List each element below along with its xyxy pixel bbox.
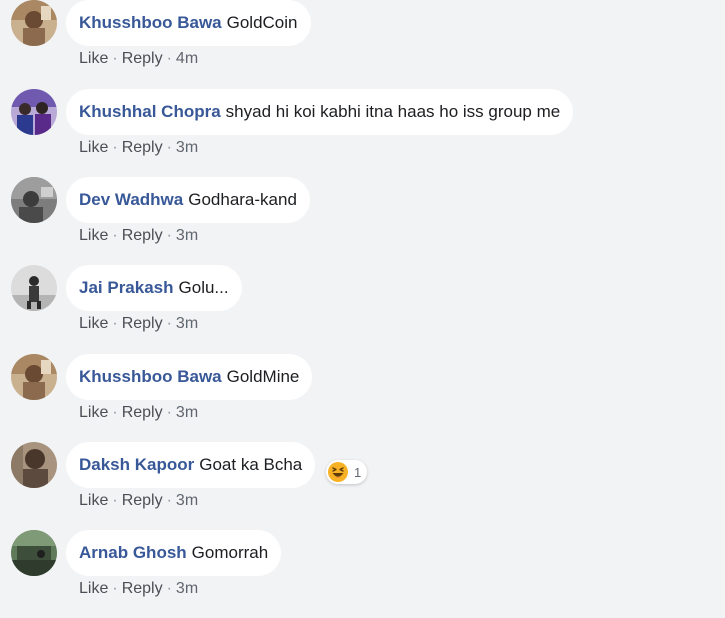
comment-actions: Like · Reply · 3m: [79, 315, 198, 333]
author-name[interactable]: Daksh Kapoor: [79, 455, 194, 475]
timestamp[interactable]: 3m: [176, 315, 198, 332]
haha-icon: [328, 462, 348, 482]
comment-text: Golu...: [178, 278, 229, 297]
reply-link[interactable]: Reply: [122, 50, 163, 67]
avatar[interactable]: [11, 265, 57, 311]
like-link[interactable]: Like: [79, 227, 108, 244]
reply-link[interactable]: Reply: [122, 315, 163, 332]
author-name[interactable]: Arnab Ghosh: [79, 543, 187, 563]
author-name[interactable]: Khusshboo Bawa: [79, 13, 222, 33]
comment-item: Khusshboo Bawa GoldMine Like · Reply · 3m: [0, 354, 725, 442]
separator: ·: [112, 404, 118, 421]
comment-item: Khushhal Chopra shyad hi koi kabhi itna …: [0, 89, 725, 177]
separator: ·: [166, 227, 172, 244]
comment-text: Gomorrah: [191, 543, 269, 562]
comment-bubble: Khusshboo Bawa GoldMine: [66, 354, 313, 400]
separator: ·: [166, 139, 172, 156]
reply-link[interactable]: Reply: [122, 492, 163, 509]
comment-bubble: Daksh Kapoor Goat ka Bcha: [66, 442, 316, 488]
avatar[interactable]: [11, 177, 57, 223]
like-link[interactable]: Like: [79, 580, 108, 597]
comment-actions: Like · Reply · 4m: [79, 50, 198, 68]
timestamp[interactable]: 3m: [176, 227, 198, 244]
avatar[interactable]: [11, 354, 57, 400]
separator: ·: [166, 50, 172, 67]
avatar[interactable]: [11, 89, 57, 135]
separator: ·: [112, 50, 118, 67]
like-link[interactable]: Like: [79, 50, 108, 67]
comment-item: Dev Wadhwa Godhara-kand Like · Reply · 3m: [0, 177, 725, 265]
comment-bubble: Khusshboo Bawa GoldCoin: [66, 0, 311, 46]
reply-link[interactable]: Reply: [122, 139, 163, 156]
comment-actions: Like · Reply · 3m: [79, 492, 198, 510]
comment-text: shyad hi koi kabhi itna haas ho iss grou…: [225, 102, 561, 121]
comment-item: Daksh Kapoor Goat ka Bcha 1 Like · Reply · 3…: [0, 442, 725, 530]
comment-text: Goat ka Bcha: [199, 455, 303, 474]
timestamp[interactable]: 3m: [176, 404, 198, 421]
comment-actions: Like · Reply · 3m: [79, 580, 198, 598]
comment-bubble: Arnab Ghosh Gomorrah: [66, 530, 282, 576]
separator: ·: [112, 315, 118, 332]
separator: ·: [166, 315, 172, 332]
separator: ·: [112, 139, 118, 156]
avatar[interactable]: [11, 442, 57, 488]
reply-link[interactable]: Reply: [122, 227, 163, 244]
like-link[interactable]: Like: [79, 139, 108, 156]
comment-bubble: Jai Prakash Golu...: [66, 265, 242, 311]
timestamp[interactable]: 4m: [176, 50, 198, 67]
like-link[interactable]: Like: [79, 404, 108, 421]
like-link[interactable]: Like: [79, 492, 108, 509]
separator: ·: [112, 227, 118, 244]
reply-link[interactable]: Reply: [122, 580, 163, 597]
separator: ·: [166, 404, 172, 421]
comment-item: Khusshboo Bawa GoldCoin Like · Reply · 4m: [0, 0, 725, 88]
author-name[interactable]: Khushhal Chopra: [79, 102, 221, 122]
reaction-count[interactable]: 1: [326, 460, 368, 484]
comment-actions: Like · Reply · 3m: [79, 227, 198, 245]
author-name[interactable]: Khusshboo Bawa: [79, 367, 222, 387]
avatar[interactable]: [11, 530, 57, 576]
comment-bubble: Khushhal Chopra shyad hi koi kabhi itna …: [66, 89, 574, 135]
comment-bubble: Dev Wadhwa Godhara-kand: [66, 177, 310, 223]
comment-actions: Like · Reply · 3m: [79, 404, 198, 422]
separator: ·: [112, 492, 118, 509]
separator: ·: [166, 580, 172, 597]
author-name[interactable]: Jai Prakash: [79, 278, 174, 298]
comment-text: Godhara-kand: [188, 190, 297, 209]
timestamp[interactable]: 3m: [176, 139, 198, 156]
comment-item: Arnab Ghosh Gomorrah Like · Reply · 3m: [0, 530, 725, 618]
reaction-count-value: 1: [354, 464, 362, 480]
comment-actions: Like · Reply · 3m: [79, 139, 198, 157]
separator: ·: [166, 492, 172, 509]
reply-link[interactable]: Reply: [122, 404, 163, 421]
timestamp[interactable]: 3m: [176, 580, 198, 597]
timestamp[interactable]: 3m: [176, 492, 198, 509]
separator: ·: [112, 580, 118, 597]
author-name[interactable]: Dev Wadhwa: [79, 190, 183, 210]
like-link[interactable]: Like: [79, 315, 108, 332]
comment-text: GoldMine: [226, 367, 300, 386]
comment-text: GoldCoin: [226, 13, 298, 32]
comment-item: Jai Prakash Golu... Like · Reply · 3m: [0, 265, 725, 353]
avatar[interactable]: [11, 0, 57, 46]
